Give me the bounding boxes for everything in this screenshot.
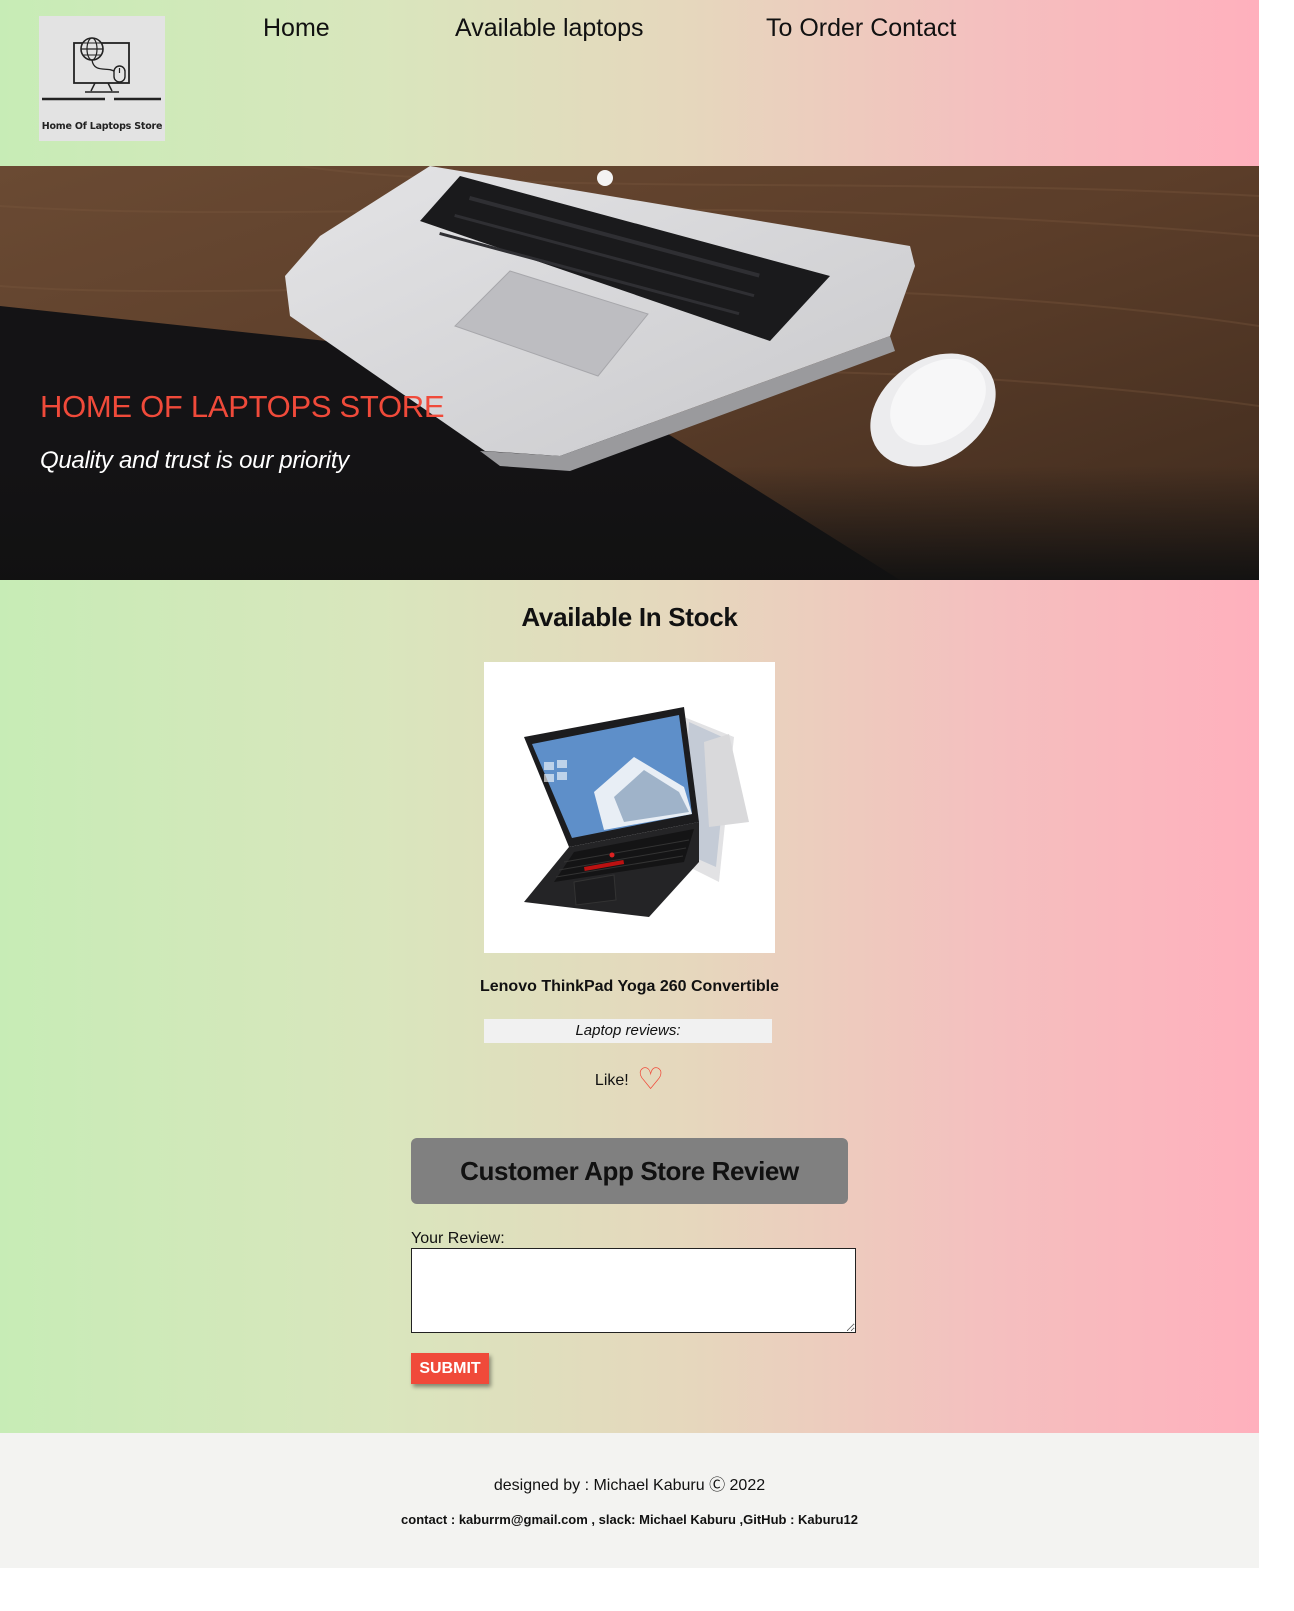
- submit-button[interactable]: SUBMIT: [411, 1353, 489, 1384]
- review-textarea[interactable]: [411, 1248, 856, 1333]
- nav-link-to-order-contact[interactable]: To Order Contact: [766, 14, 956, 43]
- hero-banner: HOME OF LAPTOPS STORE Quality and trust …: [0, 166, 1259, 580]
- heart-icon[interactable]: ♡: [637, 1063, 664, 1096]
- store-logo[interactable]: Home Of Laptops Store: [39, 16, 165, 141]
- computer-globe-icon: [42, 37, 161, 101]
- nav-link-home[interactable]: Home: [263, 14, 330, 43]
- laptop-on-desk-image: [0, 166, 1259, 580]
- product-name: Lenovo ThinkPad Yoga 260 Convertible: [479, 978, 780, 995]
- hero-subtitle: Quality and trust is our priority: [40, 447, 349, 474]
- product-image: [484, 662, 775, 953]
- hero-title: HOME OF LAPTOPS STORE: [40, 389, 445, 424]
- convertible-laptop-image: [524, 707, 749, 917]
- site-header: Home Of Laptops Store Home Available lap…: [0, 0, 1259, 166]
- customer-review-banner: Customer App Store Review: [411, 1138, 848, 1204]
- like-row: Like! ♡: [0, 1062, 1259, 1097]
- section-title: Available In Stock: [521, 602, 738, 632]
- nav-link-available-laptops[interactable]: Available laptops: [455, 14, 644, 43]
- site-footer: designed by : Michael Kaburu Ⓒ 2022 cont…: [0, 1433, 1259, 1568]
- main-content: Available In Stock Lenovo ThinkPad Yoga …: [0, 580, 1259, 1433]
- footer-credit: designed by : Michael Kaburu Ⓒ 2022: [493, 1477, 766, 1494]
- footer-contact: contact : kaburrm@gmail.com , slack: Mic…: [401, 1512, 858, 1527]
- logo-text: Home Of Laptops Store: [41, 121, 163, 132]
- laptop-reviews-box[interactable]: Laptop reviews:: [484, 1019, 772, 1043]
- like-label: Like!: [594, 1072, 629, 1089]
- review-label: Your Review:: [411, 1230, 505, 1247]
